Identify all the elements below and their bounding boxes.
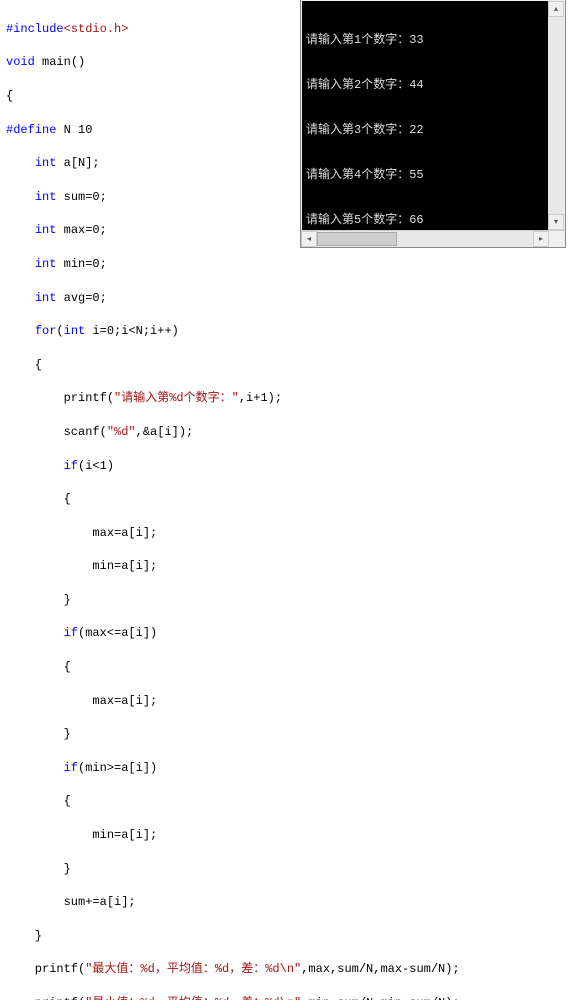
scroll-thumb[interactable] — [317, 232, 397, 246]
console-output[interactable]: 请输入第1个数字：33 请输入第2个数字：44 请输入第3个数字：22 请输入第… — [302, 1, 564, 230]
scroll-track[interactable] — [317, 231, 533, 247]
chevron-right-icon: ▸ — [539, 234, 543, 244]
console-line: 请输入第3个数字：22 — [306, 123, 544, 138]
scroll-up-button[interactable]: ▴ — [548, 1, 564, 17]
console-window: 请输入第1个数字：33 请输入第2个数字：44 请输入第3个数字：22 请输入第… — [300, 0, 566, 248]
resize-grip[interactable] — [549, 231, 565, 247]
horizontal-scrollbar[interactable]: ◂ ▸ — [301, 230, 565, 247]
scroll-track[interactable] — [548, 17, 564, 214]
console-line: 请输入第5个数字：66 — [306, 213, 544, 228]
chevron-up-icon: ▴ — [554, 2, 558, 17]
chevron-left-icon: ◂ — [307, 234, 311, 244]
scroll-down-button[interactable]: ▾ — [548, 214, 564, 230]
console-line: 请输入第2个数字：44 — [306, 78, 544, 93]
chevron-down-icon: ▾ — [554, 215, 558, 230]
scroll-right-button[interactable]: ▸ — [533, 231, 549, 247]
preproc: #include — [6, 22, 64, 36]
console-line: 请输入第4个数字：55 — [306, 168, 544, 183]
vertical-scrollbar[interactable]: ▴ ▾ — [548, 1, 564, 230]
scroll-left-button[interactable]: ◂ — [301, 231, 317, 247]
console-line: 请输入第1个数字：33 — [306, 33, 544, 48]
